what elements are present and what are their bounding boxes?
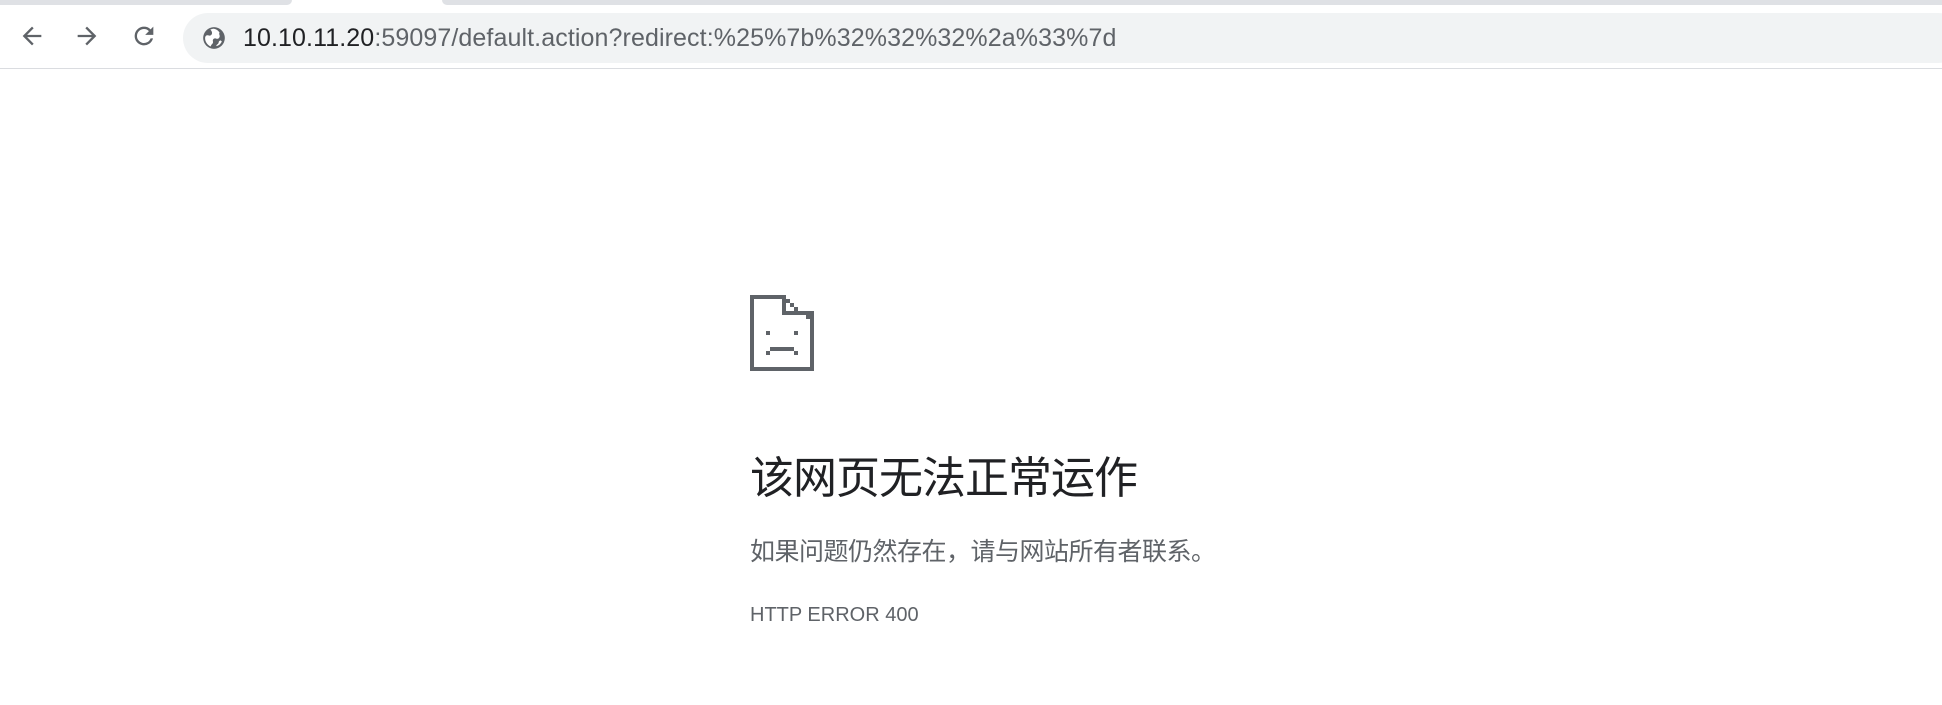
error-code: HTTP ERROR 400	[750, 604, 919, 626]
globe-icon[interactable]	[201, 25, 227, 51]
url-path: :59097/default.action?redirect:%25%7b%32…	[374, 24, 1117, 52]
arrow-left-icon	[22, 26, 42, 46]
reload-icon	[134, 26, 154, 46]
forward-button[interactable]	[64, 13, 110, 59]
reload-button[interactable]	[121, 13, 167, 59]
url-text[interactable]: 10.10.11.20:59097/default.action?redirec…	[243, 24, 1116, 52]
back-button[interactable]	[9, 13, 55, 59]
address-bar[interactable]: 10.10.11.20:59097/default.action?redirec…	[183, 13, 1942, 63]
error-title: 该网页无法正常运作	[750, 453, 1138, 504]
browser-toolbar: 10.10.11.20:59097/default.action?redirec…	[0, 5, 1942, 69]
url-host: 10.10.11.20	[243, 24, 375, 52]
error-description: 如果问题仍然存在，请与网站所有者联系。	[750, 537, 1216, 566]
arrow-right-icon	[77, 26, 97, 46]
sad-page-icon	[750, 295, 814, 371]
